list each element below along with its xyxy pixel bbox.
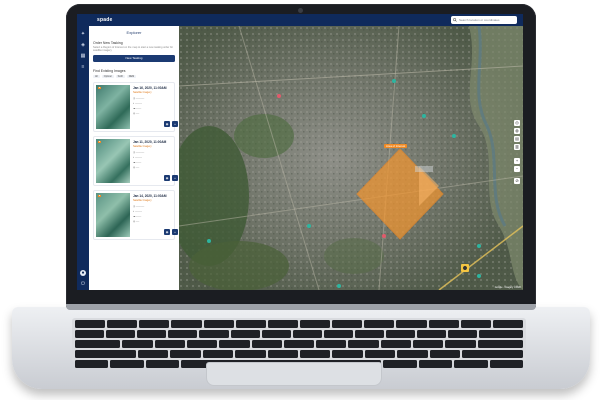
card-meta-icon: ◷ ───── bbox=[133, 151, 145, 155]
zoom-in-button[interactable]: + bbox=[514, 158, 520, 164]
order-button[interactable]: + bbox=[172, 175, 178, 182]
order-button[interactable]: + bbox=[172, 121, 178, 128]
left-rail: ✦ ◈ ▦ ≡ ● ⏻ bbox=[77, 26, 89, 290]
image-card[interactable]: ● Jan 11, 2020, 11:00AM Satellite Imager… bbox=[93, 136, 178, 187]
card-meta-icon: ◐ ──── bbox=[133, 156, 142, 160]
zoom-out-button[interactable]: − bbox=[514, 166, 520, 172]
list-icon[interactable]: ≡ bbox=[80, 64, 86, 70]
globe-icon[interactable]: ◍ bbox=[514, 128, 520, 134]
explorer-panel: Explorer Order New Tasking Select a Regi… bbox=[89, 26, 179, 290]
card-subtitle: Satellite Imagery bbox=[133, 199, 152, 203]
laptop-hinge bbox=[66, 304, 536, 310]
filter-chip[interactable]: All bbox=[93, 75, 100, 79]
filter-chips: All Optical SAR DEM bbox=[93, 75, 175, 79]
card-date: Jan 14, 2020, 11:00AM bbox=[133, 194, 167, 199]
aoi-label: Area of Interest bbox=[384, 144, 408, 148]
card-subtitle: Satellite Imagery bbox=[133, 91, 152, 95]
user-avatar[interactable]: ● bbox=[80, 270, 86, 276]
image-thumbnail: ● bbox=[96, 193, 130, 238]
satellite-map[interactable]: Area of Interest ◎ ◍ ▤ ▥ + − ⊘ ⬤ Google … bbox=[179, 26, 523, 290]
image-thumbnail: ● bbox=[96, 139, 130, 184]
section-title: Order New Tasking bbox=[93, 41, 123, 45]
filter-chip[interactable]: Optical bbox=[101, 75, 114, 79]
card-meta-icon: ◷ ───── bbox=[133, 205, 145, 209]
card-meta-icon: ☁ ─── bbox=[133, 215, 142, 219]
thumbnail-tag: ● bbox=[98, 87, 102, 90]
search-input[interactable]: Search location or coordinates bbox=[451, 16, 517, 24]
search-icon bbox=[453, 18, 457, 22]
order-button[interactable]: + bbox=[172, 229, 178, 236]
preview-button[interactable]: ◉ bbox=[164, 121, 170, 128]
card-date: Jan 11, 2020, 11:00AM bbox=[133, 140, 167, 145]
card-meta-icon: ☁ ─── bbox=[133, 107, 142, 111]
card-meta-icon: ◎ ── bbox=[133, 112, 140, 116]
layers-toggle-icon[interactable]: ▤ bbox=[514, 136, 520, 142]
thumbnail-tag: ● bbox=[98, 141, 102, 144]
app-logo[interactable]: spade bbox=[97, 17, 112, 23]
logout-icon[interactable]: ⏻ bbox=[80, 281, 86, 287]
card-date: Jan 16, 2020, 11:00AM bbox=[133, 86, 167, 91]
webcam bbox=[298, 8, 303, 13]
section-description: Select a Region of Interest on the map t… bbox=[93, 46, 174, 53]
grid-icon[interactable]: ▦ bbox=[80, 53, 86, 59]
map-controls: ◎ ◍ ▤ ▥ + − ⊘ bbox=[514, 120, 520, 186]
image-card[interactable]: ● Jan 14, 2020, 11:00AM Satellite Imager… bbox=[93, 190, 178, 241]
keyboard bbox=[72, 318, 526, 368]
card-meta-icon: ◐ ──── bbox=[133, 210, 142, 214]
thumbnail-tag: ● bbox=[98, 195, 102, 198]
card-meta-icon: ◷ ───── bbox=[133, 97, 145, 101]
card-subtitle: Satellite Imagery bbox=[133, 145, 152, 149]
top-bar: spade Search location or coordinates bbox=[77, 14, 523, 26]
existing-images-title: Find Existing Images bbox=[93, 69, 126, 74]
card-meta-icon: ◎ ── bbox=[133, 220, 140, 224]
preview-button[interactable]: ◉ bbox=[164, 175, 170, 182]
map-imagery bbox=[179, 26, 523, 290]
filter-chip[interactable]: DEM bbox=[126, 75, 137, 79]
filter-chip[interactable]: SAR bbox=[115, 75, 125, 79]
card-meta-icon: ◐ ──── bbox=[133, 102, 142, 106]
pin-icon[interactable]: ✦ bbox=[80, 31, 86, 37]
compass-icon[interactable]: ◎ bbox=[514, 120, 520, 126]
location-pin: ⬤ bbox=[461, 264, 469, 272]
panel-title: Explorer bbox=[126, 30, 142, 35]
aoi-label-text: Area of Interest bbox=[386, 144, 406, 148]
locate-icon[interactable]: ⊘ bbox=[514, 178, 520, 184]
image-thumbnail: ● bbox=[96, 85, 130, 130]
map-attribution: Google · Imagery ©2020 bbox=[494, 286, 521, 289]
layers-icon[interactable]: ◈ bbox=[80, 42, 86, 48]
card-meta-icon: ◎ ── bbox=[133, 166, 140, 170]
image-card[interactable]: ● Jan 16, 2020, 11:00AM Satellite Imager… bbox=[93, 82, 178, 133]
preview-button[interactable]: ◉ bbox=[164, 229, 170, 236]
new-tasking-button[interactable]: New Tasking bbox=[93, 55, 175, 63]
search-placeholder: Search location or coordinates bbox=[459, 18, 500, 22]
card-meta-icon: ☁ ─── bbox=[133, 161, 142, 165]
trackpad bbox=[206, 362, 382, 386]
trash-icon[interactable]: ▥ bbox=[514, 144, 520, 150]
app-screen: spade Search location or coordinates ✦ ◈… bbox=[77, 14, 523, 290]
